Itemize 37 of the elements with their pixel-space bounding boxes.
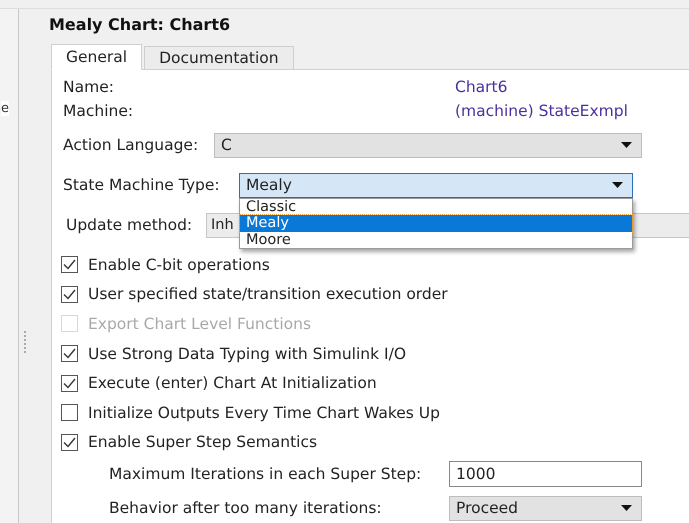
checkbox-label: Use Strong Data Typing with Simulink I/O <box>88 344 406 363</box>
menu-item[interactable]: Moore <box>240 232 632 248</box>
checkbox-label: User specified state/transition execution order <box>88 285 448 304</box>
checkbox[interactable] <box>61 374 78 392</box>
grip-icon[interactable] <box>24 331 27 355</box>
field-label: Name: <box>63 78 115 96</box>
caret-icon <box>621 142 632 148</box>
checkbox[interactable] <box>61 286 78 303</box>
field-label: Behavior after too many iterations: <box>109 499 383 518</box>
checkbox[interactable] <box>61 256 78 274</box>
tab[interactable]: General <box>51 44 142 70</box>
input-field[interactable]: 1000 <box>449 461 642 488</box>
dialog-title: Mealy Chart: Chart6 <box>49 15 232 34</box>
dropdown[interactable]: Proceed <box>449 496 642 521</box>
dropdown[interactable]: C <box>214 132 642 158</box>
field-label: Machine: <box>63 102 134 120</box>
checkbox[interactable] <box>61 434 78 451</box>
caret-icon <box>621 505 632 512</box>
caret-icon <box>612 182 623 188</box>
checkbox-label: Enable Super Step Semantics <box>88 433 318 452</box>
tab[interactable]: Documentation <box>144 46 294 70</box>
menu-item[interactable]: Classic <box>240 198 632 215</box>
field-label: State Machine Type: <box>63 176 221 194</box>
field-value: (machine) StateExmpl <box>455 102 629 120</box>
checkbox-label: Export Chart Level Functions <box>88 314 312 333</box>
checkbox-label: Initialize Outputs Every Time Chart Wakes Up <box>88 404 440 422</box>
field-label: Maximum Iterations in each Super Step: <box>109 465 422 484</box>
menu-item[interactable]: Mealy <box>240 215 632 232</box>
dropdown[interactable]: Mealy <box>239 172 633 198</box>
field-value: Chart6 <box>455 78 508 96</box>
checkbox[interactable] <box>61 345 78 362</box>
checkbox-label: Execute (enter) Chart At Initialization <box>88 374 377 392</box>
field-label: Update method: <box>66 216 194 234</box>
pane-text: e <box>1 101 9 116</box>
checkbox[interactable] <box>61 404 78 422</box>
field-label: Action Language: <box>63 136 200 154</box>
checkbox-label: Enable C-bit operations <box>88 256 270 274</box>
